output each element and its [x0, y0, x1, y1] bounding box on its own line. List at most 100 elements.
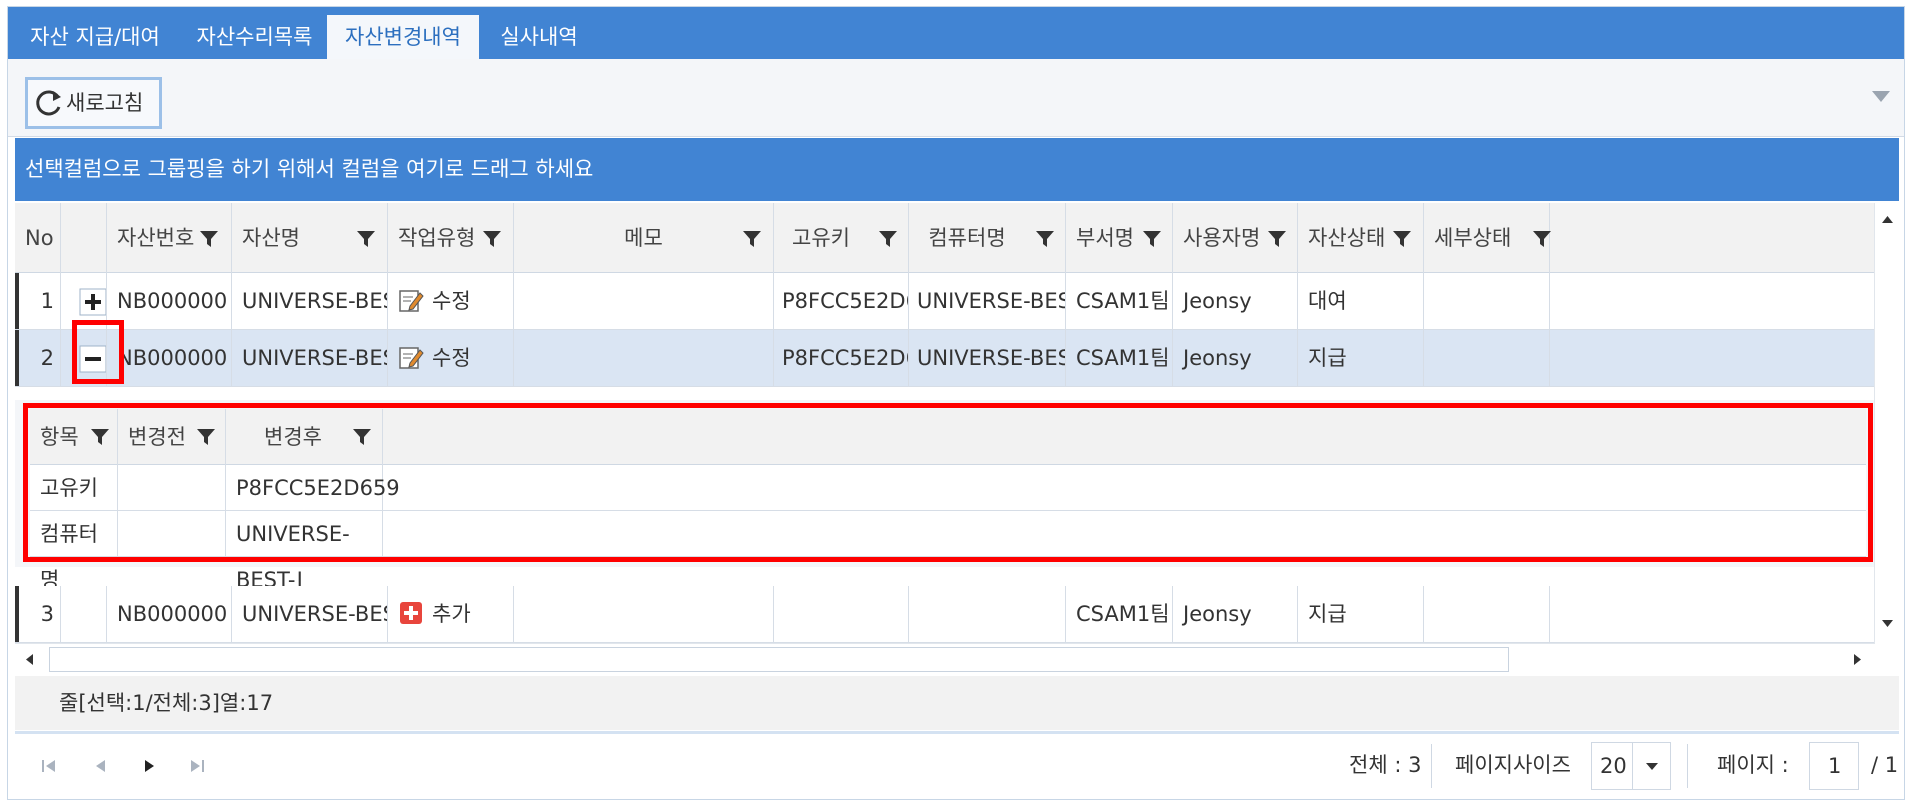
add-icon: [400, 602, 422, 624]
cell-user: Jeonsy: [1173, 273, 1298, 330]
table-row-selected[interactable]: 2 NB000000 UNIVERSE-BEST-J 수정 P8FCC5E2D6…: [15, 330, 1875, 387]
expand-row-icon[interactable]: [78, 287, 107, 317]
filter-icon[interactable]: [356, 229, 376, 249]
cell-asset-name: UNIVERSE-BEST-J: [232, 330, 388, 387]
pager-divider: [1431, 744, 1432, 788]
filter-icon[interactable]: [1142, 229, 1162, 249]
column-header-no[interactable]: No: [15, 203, 61, 273]
previous-page-icon[interactable]: [91, 756, 111, 776]
selection-status: 줄[선택:1/전체:3]열:17: [59, 691, 274, 715]
filter-icon[interactable]: [1267, 229, 1287, 249]
cell-asset-status: 대여: [1298, 273, 1424, 330]
filter-icon[interactable]: [1035, 229, 1055, 249]
page-number-input[interactable]: 1: [1809, 742, 1859, 790]
scroll-up-icon[interactable]: [1875, 207, 1900, 232]
filter-icon[interactable]: [878, 229, 898, 249]
page-size-select[interactable]: 20: [1591, 742, 1671, 790]
cell-detail-status: [1424, 330, 1550, 387]
toolbar-menu-icon[interactable]: [1872, 91, 1890, 102]
page-label: 페이지 :: [1717, 753, 1789, 777]
scroll-left-icon[interactable]: [17, 647, 42, 672]
column-header-dept[interactable]: 부서명: [1066, 203, 1173, 273]
grid-status-bar: 줄[선택:1/전체:3]열:17: [15, 676, 1899, 730]
cell-no: 3: [15, 586, 61, 643]
column-header-asset-status[interactable]: 자산상태: [1298, 203, 1424, 273]
cell-unique-key: [774, 586, 909, 643]
filter-icon[interactable]: [1532, 229, 1552, 249]
cell-work-type: 수정: [388, 330, 514, 387]
column-header-memo[interactable]: 메모: [514, 203, 774, 273]
table-row[interactable]: 1 NB000000 UNIVERSE-BEST-J 수정 P8FCC5E2D6…: [15, 273, 1875, 330]
tab-audit-history[interactable]: 실사내역: [479, 15, 599, 59]
cell-no: 1: [15, 273, 61, 330]
cell-detail-status: [1424, 586, 1550, 643]
tab-asset-change-history[interactable]: 자산변경내역: [327, 15, 479, 59]
scroll-down-icon[interactable]: [1875, 611, 1900, 636]
total-count: 전체 : 3: [1349, 753, 1422, 777]
filter-icon[interactable]: [742, 229, 762, 249]
cell-dept: CSAM1팀: [1066, 330, 1173, 387]
table-row[interactable]: 3 NB000000 UNIVERSE-BEST-J 추가 CSAM1팀 Jeo…: [15, 586, 1875, 643]
first-page-icon[interactable]: [39, 756, 59, 776]
horizontal-scrollbar[interactable]: [15, 643, 1875, 673]
cell-unique-key: P8FCC5E2D659: [774, 330, 909, 387]
vertical-scrollbar[interactable]: [1874, 203, 1899, 643]
asset-history-panel: 자산 지급/대여 자산수리목록 자산변경내역 실사내역 새로고침 선택컬럼으로 …: [7, 6, 1905, 800]
edit-icon: [399, 290, 424, 312]
cell-asset-name: UNIVERSE-BEST-J: [232, 586, 388, 643]
column-header-expander: [61, 203, 107, 273]
filter-icon[interactable]: [199, 229, 219, 249]
column-header-computer-name[interactable]: 컴퓨터명: [909, 203, 1066, 273]
cell-detail-status: [1424, 273, 1550, 330]
cell-unique-key: P8FCC5E2D659: [774, 273, 909, 330]
cell-asset-no: NB000000: [107, 586, 232, 643]
refresh-button[interactable]: 새로고침: [25, 77, 162, 129]
cell-computer-name: [909, 586, 1066, 643]
horizontal-scroll-thumb[interactable]: [49, 647, 1509, 672]
cell-asset-status: 지급: [1298, 586, 1424, 643]
cell-asset-status: 지급: [1298, 330, 1424, 387]
change-history-grid: No 자산번호 자산명 작업유형 메모 고유키 컴퓨터명 부서명 사용자명 자산…: [15, 203, 1875, 643]
column-header-asset-no[interactable]: 자산번호: [107, 203, 232, 273]
cell-asset-no: NB000000: [107, 330, 232, 387]
cell-memo: [514, 586, 774, 643]
detail-panel-highlight: [23, 403, 1873, 562]
cell-asset-name: UNIVERSE-BEST-J: [232, 273, 388, 330]
cell-dept: CSAM1팀: [1066, 586, 1173, 643]
column-header-detail-status[interactable]: 세부상태: [1424, 203, 1552, 273]
cell-work-type: 추가: [388, 586, 514, 643]
filter-icon[interactable]: [1392, 229, 1412, 249]
cell-memo: [514, 330, 774, 387]
next-page-icon[interactable]: [139, 756, 159, 776]
toolbar: 새로고침: [8, 59, 1904, 137]
filter-icon[interactable]: [482, 229, 502, 249]
column-header-asset-name[interactable]: 자산명: [232, 203, 388, 273]
collapse-button-highlight: [72, 320, 124, 384]
scroll-right-icon[interactable]: [1845, 647, 1870, 672]
tab-asset-issue-rental[interactable]: 자산 지급/대여: [8, 15, 182, 59]
column-header-work-type[interactable]: 작업유형: [388, 203, 514, 273]
page-total: / 1: [1871, 753, 1899, 777]
row-detail-panel: 항목 변경전 변경후 고유키 P8FCC5E2D659 컴퓨터명 UNIVERS…: [15, 400, 1875, 592]
tab-asset-repair-list[interactable]: 자산수리목록: [182, 15, 327, 59]
cell-asset-no: NB000000: [107, 273, 232, 330]
cell-user: Jeonsy: [1173, 586, 1298, 643]
edit-icon: [399, 347, 424, 369]
cell-expander: [61, 586, 107, 643]
cell-computer-name: UNIVERSE-BEST-J: [909, 273, 1066, 330]
last-page-icon[interactable]: [187, 756, 207, 776]
cell-work-type: 수정: [388, 273, 514, 330]
cell-computer-name: UNIVERSE-BEST-J: [909, 330, 1066, 387]
column-header-unique-key[interactable]: 고유키: [774, 203, 909, 273]
column-header-user[interactable]: 사용자명: [1173, 203, 1298, 273]
page-size-label: 페이지사이즈: [1455, 753, 1571, 777]
grid-header: No 자산번호 자산명 작업유형 메모 고유키 컴퓨터명 부서명 사용자명 자산…: [15, 203, 1875, 273]
pager-divider: [1687, 744, 1688, 788]
cell-user: Jeonsy: [1173, 330, 1298, 387]
chevron-down-icon[interactable]: [1632, 743, 1670, 789]
refresh-label: 새로고침: [66, 91, 144, 115]
group-by-panel[interactable]: 선택컬럼으로 그룹핑을 하기 위해서 컬럼을 여기로 드래그 하세요: [15, 138, 1899, 201]
tab-bar: 자산 지급/대여 자산수리목록 자산변경내역 실사내역: [8, 7, 1904, 59]
page-size-value: 20: [1600, 754, 1627, 778]
cell-memo: [514, 273, 774, 330]
